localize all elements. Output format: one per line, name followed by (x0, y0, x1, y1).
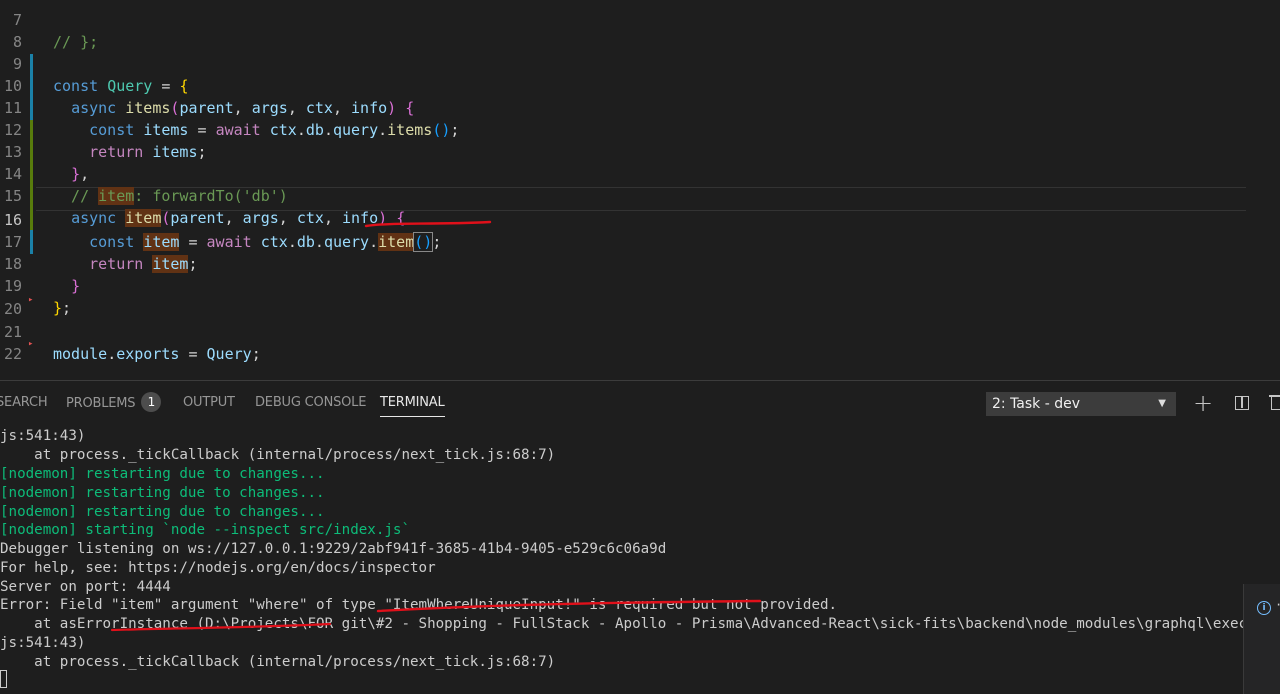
code-line-active[interactable]: 16 const item = await ctx.db.query.item(… (0, 187, 1280, 252)
code-line[interactable]: 19 }; (0, 253, 1280, 317)
info-icon: i (1257, 601, 1271, 615)
terminal-line: For help, see: https://nodejs.org/en/doc… (0, 560, 436, 576)
chevron-down-icon: ▼ (1158, 398, 1166, 409)
problems-count-badge: 1 (141, 392, 162, 412)
terminal-line: at process._tickCallback (internal/proce… (0, 654, 556, 670)
tab-output[interactable]: OUTPUT (183, 395, 235, 410)
tab-terminal[interactable]: TERMINAL (380, 395, 445, 417)
tab-problems[interactable]: PROBLEMS 1 (66, 392, 162, 412)
code-line[interactable]: 21 module.exports = Query; (0, 299, 1280, 363)
terminal-line: at asErrorInstance (D:\Projects\FOR git\… (0, 616, 1256, 632)
code-line[interactable]: 12 return items; (0, 97, 1280, 161)
terminal-line: [nodemon] restarting due to changes... (0, 466, 325, 482)
code-text: module.exports = Query; (53, 345, 261, 363)
split-terminal-icon[interactable] (1230, 391, 1254, 415)
code-line[interactable]: 7 // }; (0, 0, 1280, 51)
code-line[interactable]: 10 async items(parent, args, ctx, info) … (0, 53, 1280, 117)
notification-toast[interactable]: i · (1243, 584, 1280, 694)
terminal-line: js:541:43) (0, 635, 86, 651)
plus-icon[interactable]: + (1191, 391, 1215, 415)
terminal-line: [nodemon] restarting due to changes... (0, 485, 325, 501)
code-line[interactable]: 14 // item: forwardTo('db') (0, 141, 1280, 205)
terminal-cursor (0, 670, 7, 688)
terminal-line: Debugger listening on ws://127.0.0.1:922… (0, 541, 667, 557)
terminal-select-dropdown[interactable]: 2: Task - dev ▼ (986, 392, 1176, 416)
trash-icon[interactable] (1266, 391, 1280, 415)
terminal-error-line: Error: Field "item" argument "where" of … (0, 597, 838, 613)
code-editor[interactable]: ▸ ▸ 7 // }; 8 9 const Query = { 10 async… (0, 0, 1280, 380)
terminal-line: js:541:43) (0, 428, 86, 444)
tab-problems-label: PROBLEMS (66, 396, 136, 411)
tab-search[interactable]: SEARCH (0, 395, 48, 410)
tab-debug-console[interactable]: DEBUG CONSOLE (255, 395, 366, 410)
code-line[interactable]: 11 const items = await ctx.db.query.item… (0, 75, 1280, 139)
terminal-line: [nodemon] restarting due to changes... (0, 504, 325, 520)
terminal-select-value: 2: Task - dev (992, 396, 1081, 412)
code-line[interactable]: 13 }, (0, 119, 1280, 183)
line-number: 22 (3, 345, 22, 363)
code-line[interactable]: 9 const Query = { (0, 31, 1280, 95)
terminal-line: [nodemon] starting `node --inspect src/i… (0, 522, 410, 538)
notification-text-fragment: · (1275, 598, 1280, 612)
terminal-line: at process._tickCallback (internal/proce… (0, 447, 556, 463)
code-line[interactable]: 17 return item; (0, 209, 1280, 273)
code-line[interactable]: 22 (0, 321, 1280, 363)
code-line[interactable]: 15 async item(parent, args, ctx, info) { (0, 163, 1280, 227)
code-line[interactable]: 18 } (0, 231, 1280, 295)
code-line[interactable]: 20 (0, 276, 1280, 318)
code-line[interactable]: 8 (0, 9, 1280, 51)
panel-tabs: SEARCH PROBLEMS 1 OUTPUT DEBUG CONSOLE TE… (0, 381, 1280, 425)
terminal-line: Server on port: 4444 (0, 579, 171, 595)
